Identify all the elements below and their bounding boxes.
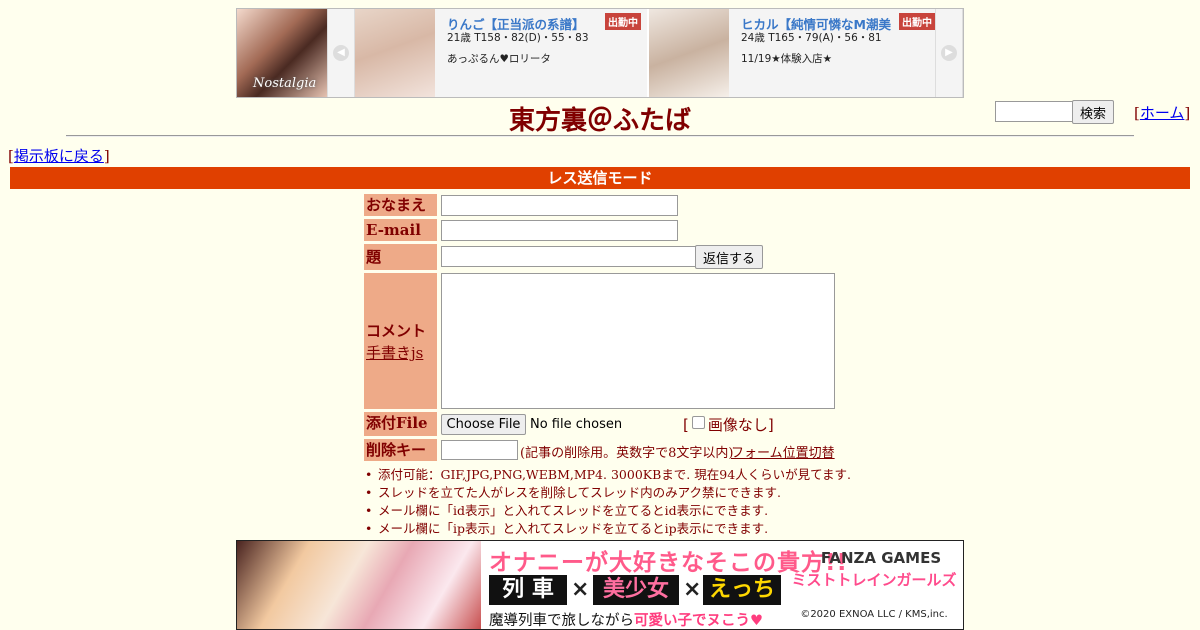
ad-tagline-emphasis: 可愛い子でヌこう♥ <box>634 613 763 629</box>
home-link[interactable]: ホーム <box>1140 104 1185 122</box>
delete-key-label: 削除キー <box>364 439 437 461</box>
email-field[interactable] <box>441 220 678 241</box>
delete-key-field[interactable] <box>441 440 518 460</box>
times-icon: × <box>683 577 702 602</box>
profile-stats: 21歳 T158・82(D)・55・83 <box>447 32 589 44</box>
times-icon: × <box>571 577 590 602</box>
banner-logo-image[interactable]: Nostalgia <box>237 9 327 97</box>
ad-tagline: 魔導列車で旅しながら可愛い子でヌこう♥ <box>489 609 763 629</box>
delete-key-note: (記事の削除用。英数字で8文字以内) <box>520 446 734 461</box>
chevron-left-icon: ◀ <box>333 45 349 61</box>
submit-reply-button[interactable]: 返信する <box>695 245 763 269</box>
subject-field[interactable] <box>441 246 696 267</box>
notice-item: メール欄に「ip表示」と入れてスレッドを立てるとip表示にできます. <box>363 520 851 538</box>
form-position-toggle-link[interactable]: フォーム位置切替 <box>731 442 835 461</box>
name-field[interactable] <box>441 195 678 216</box>
back-to-board-link[interactable]: 掲示板に戻る <box>14 147 104 165</box>
search-button[interactable]: 検索 <box>1072 100 1114 124</box>
email-label: E-mail <box>364 219 437 241</box>
notice-item: 添付可能：GIF,JPG,PNG,WEBM,MP4. 3000KBまで. 現在9… <box>363 466 851 484</box>
profile-comment: 11/19★体験入店★ <box>741 53 833 65</box>
comment-label: コメント <box>366 322 427 340</box>
banner-logo-text: Nostalgia <box>253 76 317 91</box>
profile-photo[interactable] <box>355 9 435 97</box>
ad-game-title: ミストトレインガールズ <box>791 571 957 589</box>
profile-photo[interactable] <box>649 9 729 97</box>
status-badge: 出勤中 <box>605 13 641 30</box>
home-link-group: [ホーム] <box>1134 102 1190 123</box>
ad-keyword: 列 車 <box>489 575 567 605</box>
chevron-right-icon: ▶ <box>941 45 957 61</box>
comment-field[interactable] <box>441 273 835 409</box>
bracket-open: [ <box>683 416 689 434</box>
status-badge: 出勤中 <box>899 13 935 30</box>
bracket-close: ] <box>767 416 774 434</box>
no-image-checkbox[interactable] <box>691 416 705 429</box>
profile-card[interactable]: りんご【正当派の系譜】 出勤中 21歳 T158・82(D)・55・83 あっぷ… <box>355 9 647 97</box>
back-link-group: [掲示板に戻る] <box>8 145 110 166</box>
ad-brand-logo: FANZA GAMES <box>820 549 942 567</box>
ad-keyword: えっち <box>703 575 781 605</box>
no-image-label[interactable]: 画像なし <box>708 416 768 434</box>
bottom-banner-ad[interactable]: オナニーが大好きなそこの貴方!! 列 車 × 美少女 × えっち 魔導列車で旅し… <box>236 540 964 630</box>
bracket-close: ] <box>1184 104 1191 122</box>
profile-comment: あっぷるん♥ロリータ <box>447 53 551 65</box>
ad-copyright: ©2020 EXNOA LLC / KMS,inc. <box>800 609 948 620</box>
profile-card[interactable]: ヒカル【純情可憐なM潮美 出勤中 24歳 T165・79(A)・56・81 11… <box>649 9 941 97</box>
banner-prev-button[interactable]: ◀ <box>327 9 355 97</box>
notice-item: メール欄に「id表示」と入れてスレッドを立てるとid表示にできます. <box>363 502 851 520</box>
notice-item: スレッドを立てた人がレスを削除してスレッド内のみアク禁にできます. <box>363 484 851 502</box>
comment-label-cell: コメント 手書きjs <box>364 273 437 409</box>
profile-stats: 24歳 T165・79(A)・56・81 <box>741 32 882 44</box>
title-divider <box>66 135 1134 137</box>
handwriting-js-link[interactable]: 手書きjs <box>366 342 423 363</box>
file-status: No file chosen <box>530 417 623 432</box>
bracket-close: ] <box>103 147 110 165</box>
file-label: 添付File <box>364 412 437 436</box>
subject-label-cell: 題 名 <box>364 244 437 292</box>
name-label: おなまえ <box>364 194 437 216</box>
no-image-option: [ 画像なし] <box>683 414 774 435</box>
banner-next-button[interactable]: ▶ <box>935 9 963 97</box>
ad-keyword: 美少女 <box>593 575 679 605</box>
choose-file-button[interactable]: Choose File <box>441 414 526 435</box>
ad-tagline-prefix: 魔導列車で旅しながら <box>489 613 634 629</box>
reply-mode-bar: レス送信モード <box>10 167 1190 189</box>
notice-list: 添付可能：GIF,JPG,PNG,WEBM,MP4. 3000KBまで. 現在9… <box>363 466 851 538</box>
ad-artwork[interactable] <box>237 541 481 629</box>
search-input[interactable] <box>995 101 1075 122</box>
top-banner-ad[interactable]: Nostalgia ◀ りんご【正当派の系譜】 出勤中 21歳 T158・82(… <box>236 8 964 98</box>
